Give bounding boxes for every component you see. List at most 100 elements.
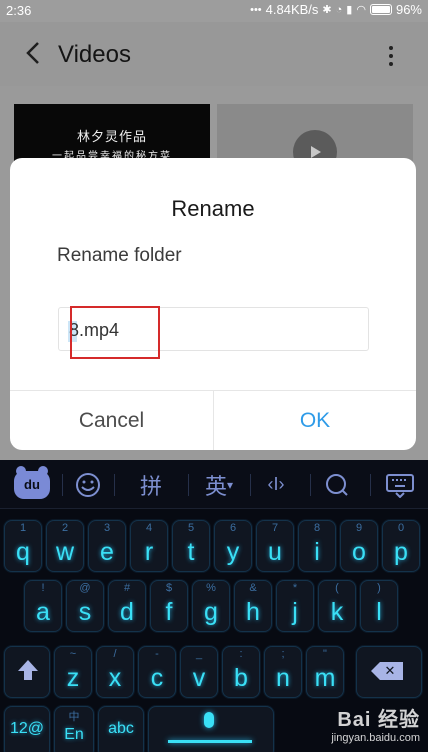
pinyin-mode-button[interactable]: 拼 <box>116 460 186 509</box>
key-z[interactable]: ~ z <box>54 646 92 698</box>
key-s[interactable]: @ s <box>66 580 104 632</box>
language-key[interactable]: 中 En <box>54 706 94 752</box>
page-title: Videos <box>58 41 131 68</box>
backspace-key[interactable]: ✕ <box>356 646 422 698</box>
watermark: Bai 经验 jingyan.baidu.com <box>331 703 420 744</box>
key-label: o <box>352 538 366 566</box>
key-label: i <box>314 538 320 566</box>
key-y[interactable]: 6y <box>214 520 252 572</box>
key-sub-label: ) <box>377 582 381 594</box>
key-l[interactable]: ) l <box>360 580 398 632</box>
key-label: s <box>78 598 92 626</box>
search-icon[interactable] <box>312 460 362 509</box>
key-label: p <box>394 538 408 566</box>
video-thumbnail[interactable]: 林夕灵作品 一起品尝幸福的秘方菜 <box>14 104 210 164</box>
space-key[interactable] <box>148 706 274 752</box>
key-sub-label: _ <box>195 648 203 660</box>
ok-button[interactable]: OK <box>214 391 416 450</box>
more-vert-icon[interactable] <box>376 42 406 70</box>
dots-icon: ••• <box>250 3 262 16</box>
key-sub-label: $ <box>165 582 173 594</box>
key-sub-label: * <box>292 582 298 594</box>
emoji-icon[interactable] <box>64 460 112 509</box>
key-sub-label: ( <box>335 582 339 594</box>
annotation-highlight <box>70 306 160 359</box>
thumbnail-title: 林夕灵作品 <box>76 129 147 144</box>
key-sub-label: 0 <box>397 522 405 534</box>
key-label: f <box>165 598 173 626</box>
key-label: q <box>16 538 30 566</box>
shift-key[interactable] <box>4 646 50 698</box>
key-label: u <box>268 538 282 566</box>
key-sub-label: % <box>206 582 216 594</box>
key-sub-label: & <box>249 582 257 594</box>
key-sub-label: # <box>123 582 131 594</box>
key-label: g <box>204 598 218 626</box>
key-label: m <box>314 664 336 692</box>
key-sub-label: 1 <box>19 522 27 534</box>
key-a[interactable]: ! a <box>24 580 62 632</box>
signal-icon: ▮ <box>346 4 353 16</box>
key-j[interactable]: * j <box>276 580 314 632</box>
soft-keyboard: du 拼 英 ▾ ‹I› 1q2w3e4r5t6y7u8i9o0p ! a @ s # d… <box>0 460 428 752</box>
key-o[interactable]: 9o <box>340 520 378 572</box>
symbols-key[interactable]: 12@ <box>4 706 50 752</box>
back-arrow-icon[interactable] <box>18 36 50 70</box>
key-r[interactable]: 4r <box>130 520 168 572</box>
key-label: h <box>246 598 260 626</box>
key-sub-label: " <box>323 648 327 660</box>
key-u[interactable]: 7u <box>256 520 294 572</box>
abc-key[interactable]: abc <box>98 706 144 752</box>
key-t[interactable]: 5t <box>172 520 210 572</box>
key-label: w <box>55 538 75 566</box>
english-mode-button[interactable]: 英 ▾ <box>190 460 248 509</box>
key-sub-label: 3 <box>103 522 111 534</box>
key-label: e <box>100 538 114 566</box>
video-thumbnail[interactable] <box>217 104 413 174</box>
key-n[interactable]: ; n <box>264 646 302 698</box>
key-sub-label: - <box>155 648 159 660</box>
key-sub-label: 9 <box>355 522 363 534</box>
status-bar: 2:36 ••• 4.84KB/s ✱ ◔ ▮ ◠ 96% <box>0 0 428 22</box>
key-g[interactable]: % g <box>192 580 230 632</box>
cancel-button[interactable]: Cancel <box>10 391 213 450</box>
key-sub-label: ; <box>281 648 285 660</box>
key-m[interactable]: " m <box>306 646 344 698</box>
key-sub-label: ~ <box>69 648 77 660</box>
app-header: Videos <box>0 22 428 86</box>
key-d[interactable]: # d <box>108 580 146 632</box>
key-label: k <box>330 598 344 626</box>
key-label: y <box>226 538 240 566</box>
key-e[interactable]: 3e <box>88 520 126 572</box>
key-label: n <box>276 664 290 692</box>
key-label: x <box>108 664 122 692</box>
key-x[interactable]: / x <box>96 646 134 698</box>
backspace-icon: ✕ <box>371 662 403 680</box>
key-v[interactable]: _ v <box>180 646 218 698</box>
watermark-brand: Bai 经验 <box>337 709 420 731</box>
key-label: v <box>192 664 206 692</box>
status-time: 2:36 <box>6 3 32 18</box>
key-label: j <box>292 598 298 626</box>
network-speed: 4.84KB/s <box>265 2 319 17</box>
bluetooth-icon: ✱ <box>322 4 332 16</box>
keyboard-hide-icon[interactable] <box>376 460 424 509</box>
key-k[interactable]: (k <box>318 580 356 632</box>
shift-arrow-icon <box>18 660 38 671</box>
key-i[interactable]: 8i <box>298 520 336 572</box>
key-c[interactable]: -c <box>138 646 176 698</box>
key-q[interactable]: 1q <box>4 520 42 572</box>
key-h[interactable]: & h <box>234 580 272 632</box>
key-sub-label: : <box>239 648 243 660</box>
key-sub-label: 7 <box>271 522 279 534</box>
cursor-move-icon[interactable]: ‹I› <box>252 460 300 509</box>
wifi-icon: ◠ <box>356 4 366 16</box>
key-label: a <box>36 598 50 626</box>
chevron-down-icon: ▾ <box>226 477 234 492</box>
key-label: c <box>150 664 164 692</box>
key-f[interactable]: $ f <box>150 580 188 632</box>
keyboard-logo-icon[interactable]: du <box>4 460 60 509</box>
key-w[interactable]: 2w <box>46 520 84 572</box>
key-b[interactable]: :b <box>222 646 260 698</box>
key-p[interactable]: 0p <box>382 520 420 572</box>
